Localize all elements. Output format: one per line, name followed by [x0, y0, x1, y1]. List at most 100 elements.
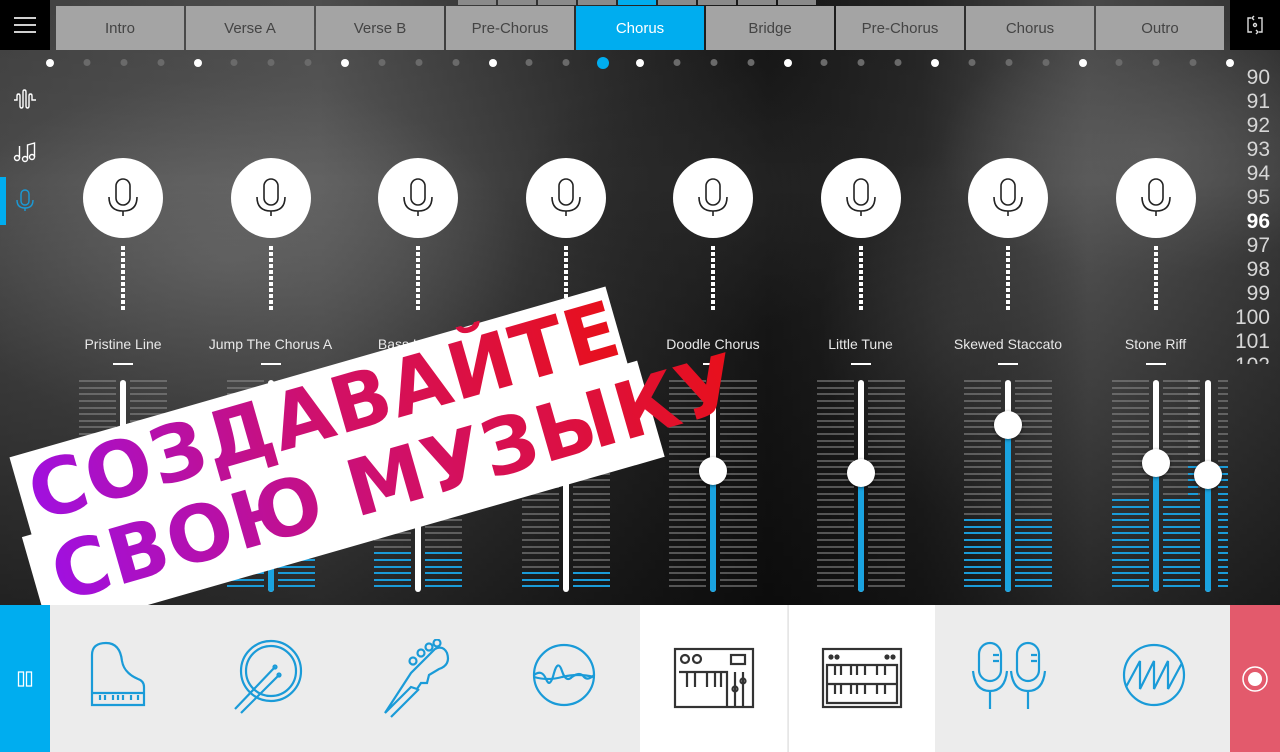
- volume-fader[interactable]: [79, 380, 167, 592]
- timeline-step[interactable]: [415, 59, 423, 66]
- timeline-step[interactable]: [304, 59, 312, 66]
- timeline-step[interactable]: [525, 59, 533, 66]
- record-channel-button[interactable]: [525, 158, 606, 238]
- timeline-step[interactable]: [747, 59, 755, 66]
- timeline-step[interactable]: [1115, 59, 1123, 66]
- tempo-value[interactable]: 90: [1230, 66, 1270, 90]
- timeline-step[interactable]: [46, 59, 54, 67]
- pause-button[interactable]: [0, 605, 50, 752]
- timeline-step[interactable]: [673, 59, 681, 66]
- tab-pre-chorus[interactable]: Pre-Chorus: [836, 6, 964, 50]
- mute-toggle[interactable]: [113, 363, 133, 365]
- tab-chorus[interactable]: Chorus: [966, 6, 1094, 50]
- timeline-step[interactable]: [230, 59, 238, 66]
- timeline-step[interactable]: [1005, 59, 1013, 66]
- mute-toggle[interactable]: [408, 363, 428, 365]
- instrument-bass-guitar[interactable]: [345, 605, 492, 752]
- tab-chorus[interactable]: Chorus: [576, 6, 704, 50]
- tab-verse-a[interactable]: Verse A: [186, 6, 314, 50]
- fader-knob[interactable]: [699, 457, 727, 486]
- fader-knob[interactable]: [1141, 448, 1170, 477]
- timeline-step[interactable]: [636, 59, 644, 67]
- tempo-value[interactable]: 96: [1230, 210, 1270, 234]
- timeline-step[interactable]: [452, 59, 460, 66]
- timeline-step[interactable]: [267, 59, 275, 66]
- tab-bridge[interactable]: Bridge: [706, 6, 834, 50]
- timeline-step[interactable]: [1042, 59, 1050, 66]
- timeline-step[interactable]: [488, 59, 497, 67]
- instrument-drum-sticks[interactable]: [198, 605, 345, 752]
- loop-button[interactable]: [1230, 0, 1280, 50]
- instrument-grand-piano[interactable]: [50, 605, 197, 752]
- volume-fader[interactable]: [1111, 380, 1200, 592]
- instrument-waveform-circle[interactable]: [493, 605, 640, 752]
- timeline-step[interactable]: [562, 59, 570, 66]
- timeline-step[interactable]: [193, 59, 202, 67]
- tempo-value[interactable]: 98: [1230, 258, 1270, 282]
- instrument-sawtooth-wave[interactable]: [1083, 605, 1230, 752]
- tempo-value[interactable]: 94: [1230, 162, 1270, 186]
- tab-outro[interactable]: Outro: [1096, 6, 1224, 50]
- tempo-value[interactable]: 97: [1230, 234, 1270, 258]
- record-channel-button[interactable]: [820, 158, 901, 238]
- volume-fader[interactable]: [374, 380, 462, 592]
- timeline-step[interactable]: [1189, 59, 1197, 66]
- timeline-step[interactable]: [931, 59, 939, 67]
- tab-intro[interactable]: Intro: [56, 6, 184, 50]
- record-channel-button[interactable]: [673, 158, 753, 238]
- fader-knob[interactable]: [994, 410, 1022, 439]
- timeline-step[interactable]: [894, 59, 902, 66]
- volume-fader[interactable]: [226, 380, 315, 592]
- timeline-step[interactable]: [378, 59, 386, 66]
- tempo-value[interactable]: 93: [1230, 138, 1270, 162]
- record-channel-button[interactable]: [378, 158, 458, 238]
- timeline-step[interactable]: [83, 59, 91, 66]
- sidebar-item-microphone[interactable]: [0, 177, 50, 225]
- instrument-keyboard[interactable]: [787, 605, 935, 752]
- timeline-step[interactable]: [710, 59, 718, 66]
- timeline-step[interactable]: [857, 59, 865, 66]
- record-channel-button[interactable]: [230, 158, 311, 238]
- record-channel-button[interactable]: [1115, 158, 1196, 238]
- timeline-step[interactable]: [968, 59, 976, 66]
- instrument-vocals-mics[interactable]: [935, 605, 1082, 752]
- timeline-step[interactable]: [157, 59, 165, 66]
- timeline-steps[interactable]: [46, 57, 1234, 69]
- fader-knob[interactable]: [256, 391, 285, 420]
- tempo-value[interactable]: 102: [1230, 354, 1270, 364]
- tempo-value[interactable]: 91: [1230, 90, 1270, 114]
- record-button[interactable]: [1230, 605, 1280, 752]
- timeline-step[interactable]: [597, 57, 610, 69]
- sidebar-item-notes[interactable]: [0, 127, 50, 175]
- volume-fader[interactable]: [816, 380, 905, 592]
- timeline-step[interactable]: [1152, 59, 1160, 66]
- mute-toggle[interactable]: [850, 363, 871, 365]
- mute-toggle[interactable]: [260, 363, 281, 365]
- tempo-value[interactable]: 99: [1230, 282, 1270, 306]
- tempo-picker[interactable]: 90919293949596979899100101102: [1230, 66, 1270, 364]
- record-channel-button[interactable]: [83, 158, 163, 238]
- menu-button[interactable]: [0, 0, 50, 50]
- mute-toggle[interactable]: [998, 363, 1018, 365]
- volume-fader[interactable]: [669, 380, 757, 592]
- fader-knob[interactable]: [846, 459, 875, 488]
- timeline-step[interactable]: [341, 59, 349, 67]
- mute-toggle[interactable]: [1145, 363, 1166, 365]
- mute-toggle[interactable]: [555, 363, 576, 365]
- tempo-value[interactable]: 95: [1230, 186, 1270, 210]
- record-channel-button[interactable]: [968, 158, 1048, 238]
- sidebar-item-waveform[interactable]: [0, 76, 50, 124]
- tempo-value[interactable]: 100: [1230, 306, 1270, 330]
- mute-toggle[interactable]: [703, 363, 723, 365]
- timeline-step[interactable]: [783, 59, 792, 67]
- timeline-step[interactable]: [820, 59, 828, 66]
- volume-fader[interactable]: [1188, 380, 1228, 592]
- tab-pre-chorus[interactable]: Pre-Chorus: [446, 6, 574, 50]
- timeline-step[interactable]: [1078, 59, 1087, 67]
- instrument-synthesizer[interactable]: [640, 605, 787, 752]
- tab-verse-b[interactable]: Verse B: [316, 6, 444, 50]
- volume-fader[interactable]: [964, 380, 1052, 592]
- timeline-step[interactable]: [120, 59, 128, 66]
- tempo-value[interactable]: 92: [1230, 114, 1270, 138]
- volume-fader[interactable]: [521, 380, 610, 592]
